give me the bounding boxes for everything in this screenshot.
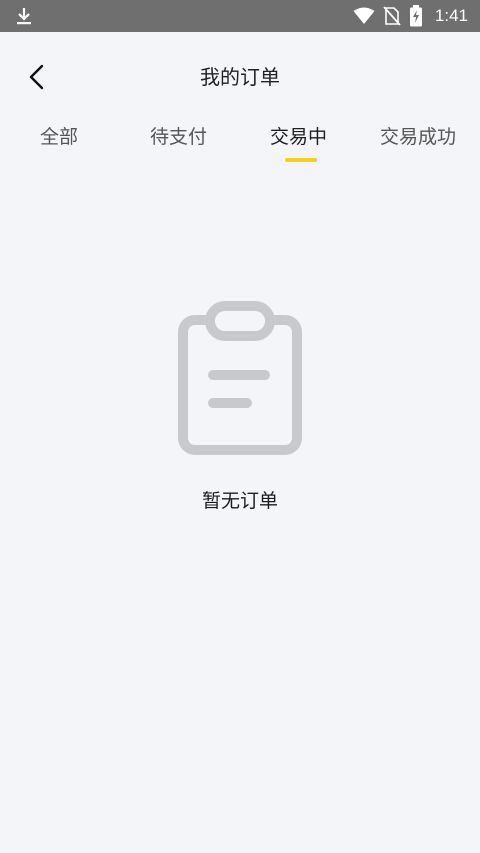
status-bar: 1:41 <box>0 0 480 32</box>
clipboard-icon <box>178 301 302 455</box>
tab-all[interactable]: 全部 <box>40 122 78 149</box>
active-tab-indicator <box>285 158 317 162</box>
empty-state: 暂无订单 <box>0 300 480 513</box>
download-icon <box>17 8 31 25</box>
tab-completed[interactable]: 交易成功 <box>380 122 456 149</box>
page-title: 我的订单 <box>200 65 280 89</box>
empty-message: 暂无订单 <box>201 490 278 512</box>
battery-charging-icon <box>409 5 422 27</box>
status-icons: 1:41 <box>353 0 468 32</box>
no-sim-icon <box>383 6 401 26</box>
order-tabs: 全部 待支付 交易中 交易成功 <box>0 118 480 166</box>
page-header: 我的订单 <box>0 32 480 118</box>
tab-pending-payment[interactable]: 待支付 <box>150 122 207 149</box>
tab-in-progress[interactable]: 交易中 <box>270 122 327 149</box>
wifi-icon <box>353 7 375 24</box>
status-time: 1:41 <box>434 6 468 25</box>
